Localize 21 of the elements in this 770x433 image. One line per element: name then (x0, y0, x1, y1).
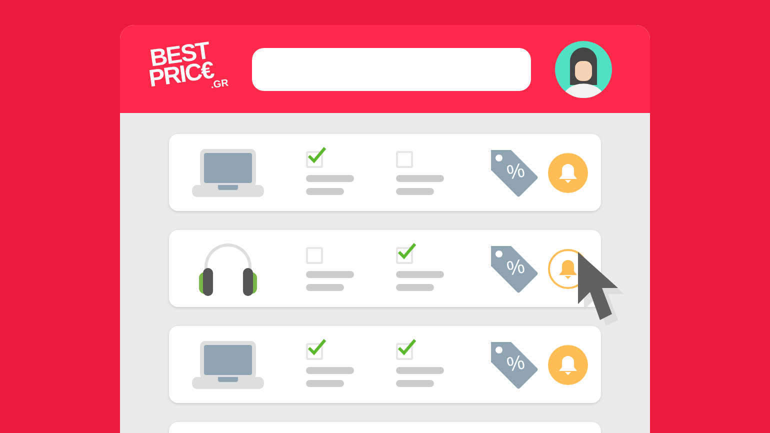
checkbox[interactable] (396, 338, 418, 360)
discount-tag[interactable]: % (489, 340, 539, 390)
percent-sign: % (505, 160, 526, 183)
product-card[interactable]: % (169, 230, 601, 307)
search-field[interactable] (252, 48, 531, 90)
checkbox[interactable] (396, 242, 418, 264)
product-card[interactable]: % (169, 134, 601, 211)
bell-icon (557, 162, 579, 184)
discount-tag[interactable]: % (489, 148, 539, 198)
logo[interactable]: BEST PRIC€ .GR (144, 38, 236, 100)
discount-tag[interactable]: % (489, 244, 539, 294)
percent-sign: % (505, 352, 526, 375)
product-card[interactable]: % (169, 326, 601, 403)
bell-icon (557, 354, 579, 376)
checkbox[interactable] (306, 146, 328, 168)
bell-icon (557, 258, 579, 280)
percent-sign: % (505, 256, 526, 279)
laptop-icon (192, 148, 264, 196)
laptop-icon (192, 340, 264, 388)
headphones-icon (198, 240, 258, 296)
checkbox[interactable] (306, 338, 328, 360)
